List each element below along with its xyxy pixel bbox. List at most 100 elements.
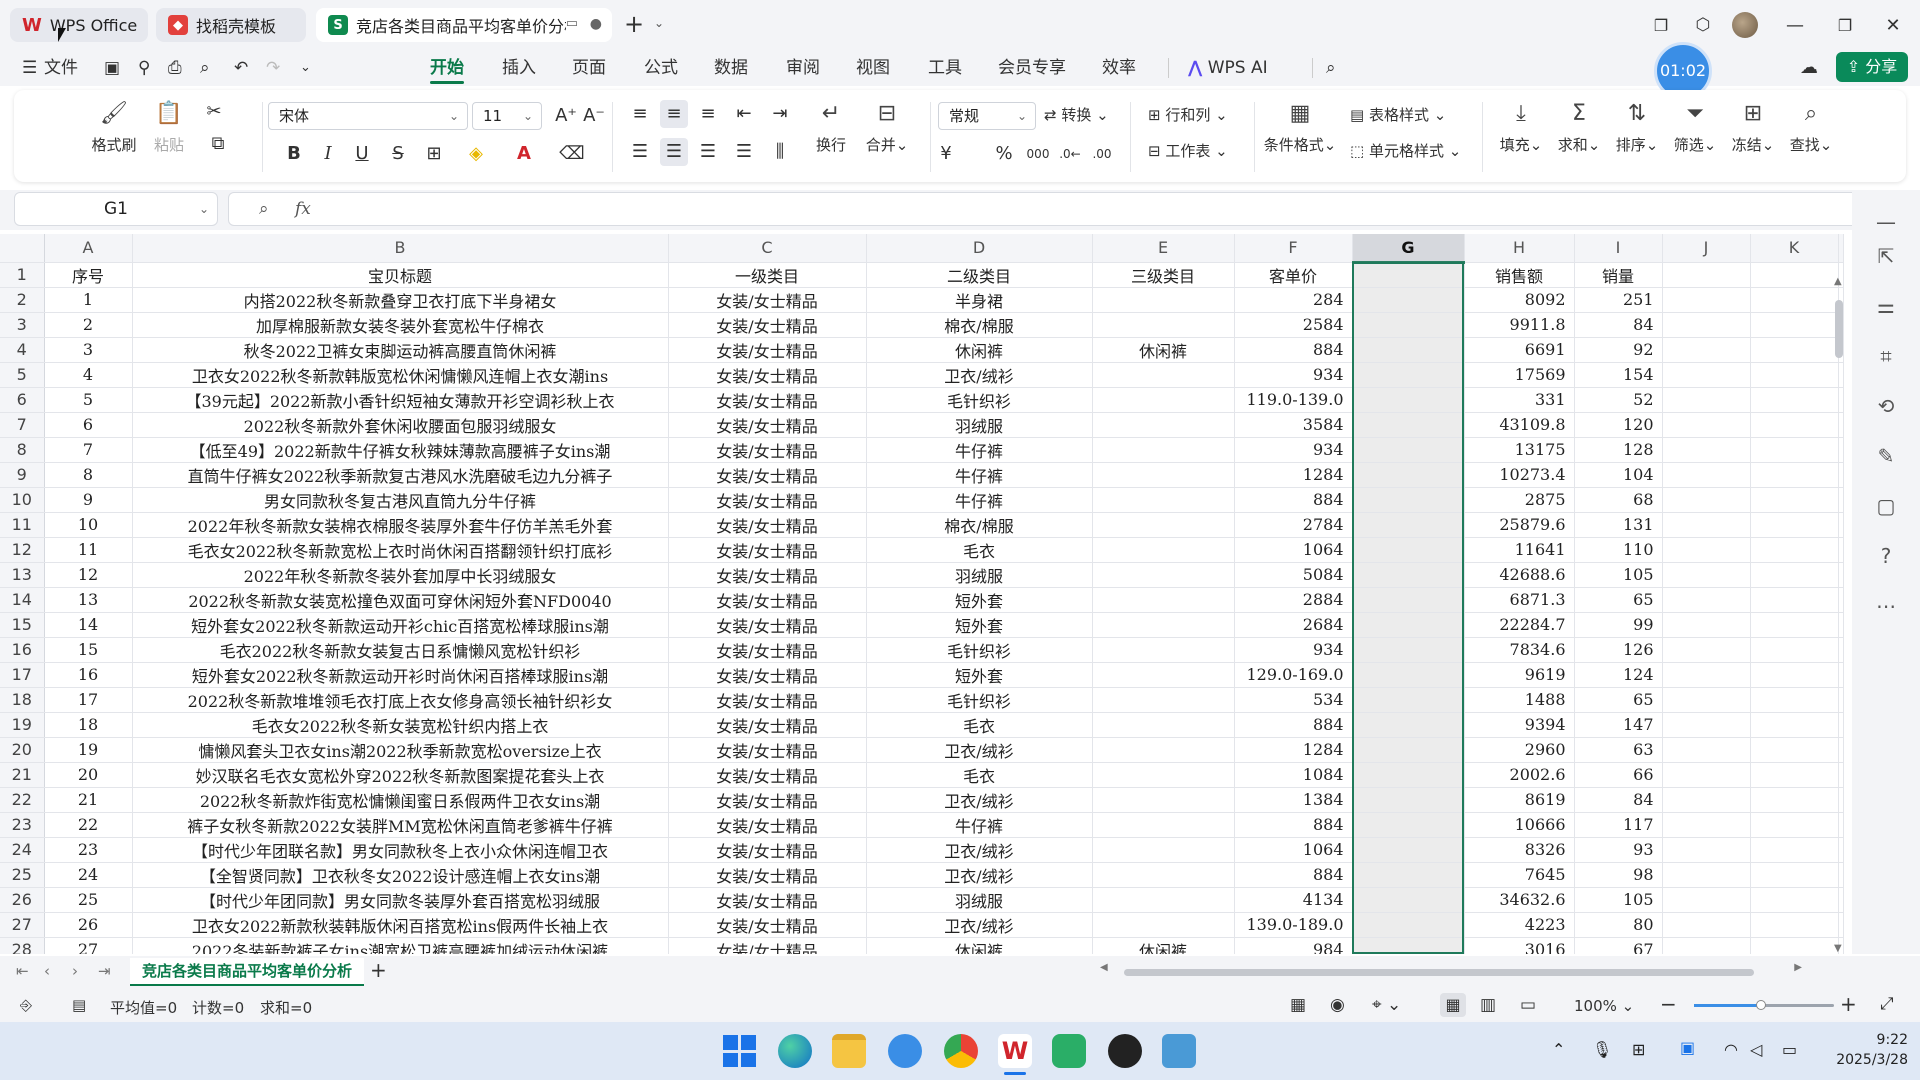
undo-icon[interactable]: ↶ — [234, 50, 248, 86]
cell-e24[interactable] — [1092, 837, 1235, 863]
row-header[interactable]: 6 — [0, 387, 45, 413]
cell-f15[interactable]: 2684 — [1234, 612, 1353, 638]
cell-e10[interactable] — [1092, 487, 1235, 513]
more-chevron-icon[interactable]: ⌄ — [300, 50, 311, 86]
cell-j20[interactable] — [1662, 737, 1751, 763]
cell-f25[interactable]: 884 — [1234, 862, 1353, 888]
number-format-select[interactable]: 常规 ⌄ — [938, 102, 1036, 130]
cell-d1[interactable]: 二级类目 — [866, 262, 1093, 288]
cell-g14[interactable] — [1352, 587, 1465, 613]
cell-g10[interactable] — [1352, 487, 1465, 513]
cell-b27[interactable]: 卫衣女2022新款秋装韩版休闲百搭宽松ins假两件长袖上衣 — [132, 912, 669, 938]
cell-b24[interactable]: 【时代少年团联名款】男女同款秋冬上衣小众休闲连帽卫衣 — [132, 837, 669, 863]
save-icon[interactable]: ▣ — [104, 50, 120, 86]
cell-j18[interactable] — [1662, 687, 1751, 713]
cell-i19[interactable]: 147 — [1574, 712, 1663, 738]
row-header[interactable]: 21 — [0, 762, 45, 788]
column-header-j[interactable]: J — [1662, 234, 1751, 263]
scroll-down-icon[interactable]: ▼ — [1834, 943, 1842, 954]
cell-d25[interactable]: 卫衣/绒衫 — [866, 862, 1093, 888]
cell-e3[interactable] — [1092, 312, 1235, 338]
cell-k19[interactable] — [1750, 712, 1839, 738]
crosshair-icon[interactable]: ⌖ ⌄ — [1372, 995, 1401, 1015]
cell-i26[interactable]: 105 — [1574, 887, 1663, 913]
cell-d13[interactable]: 羽绒服 — [866, 562, 1093, 588]
wechat-icon[interactable] — [1052, 1034, 1086, 1068]
cell-j12[interactable] — [1662, 537, 1751, 563]
bold-icon[interactable]: B — [280, 140, 308, 168]
cell-c5[interactable]: 女装/女士精品 — [668, 362, 867, 388]
cell-e1[interactable]: 三级类目 — [1092, 262, 1235, 288]
cell-d9[interactable]: 牛仔裤 — [866, 462, 1093, 488]
cell-c21[interactable]: 女装/女士精品 — [668, 762, 867, 788]
cell-c7[interactable]: 女装/女士精品 — [668, 412, 867, 438]
cell-j9[interactable] — [1662, 462, 1751, 488]
cell-c17[interactable]: 女装/女士精品 — [668, 662, 867, 688]
cell-d24[interactable]: 卫衣/绒衫 — [866, 837, 1093, 863]
menu-formula[interactable]: 公式 — [644, 50, 678, 86]
menu-member[interactable]: 会员专享 — [998, 50, 1066, 86]
cell-d6[interactable]: 毛针织衫 — [866, 387, 1093, 413]
cell-k9[interactable] — [1750, 462, 1839, 488]
page-layout-view-icon[interactable]: ▭ — [1520, 995, 1536, 1015]
tab-spreadsheet[interactable]: S 竞店各类目商品平均客单价分析 ▭ ● — [316, 8, 612, 42]
menu-data[interactable]: 数据 — [714, 50, 748, 86]
cell-a26[interactable]: 25 — [44, 887, 133, 913]
row-header[interactable]: 1 — [0, 262, 45, 288]
align-center-icon[interactable]: ☰ — [660, 138, 688, 166]
zoom-level[interactable]: 100% ⌄ — [1574, 997, 1634, 1015]
cell-d27[interactable]: 卫衣/绒衫 — [866, 912, 1093, 938]
cell-e28[interactable]: 休闲裤 — [1092, 937, 1235, 954]
cell-d8[interactable]: 牛仔裤 — [866, 437, 1093, 463]
tab-docer-templates[interactable]: ◆ 找稻壳模板 — [156, 8, 306, 42]
row-header[interactable]: 15 — [0, 612, 45, 638]
table-style-button[interactable]: ▤ 表格样式 ⌄ — [1350, 104, 1446, 125]
cell-i16[interactable]: 126 — [1574, 637, 1663, 663]
cell-e15[interactable] — [1092, 612, 1235, 638]
cell-f28[interactable]: 984 — [1234, 937, 1353, 954]
cell-a3[interactable]: 2 — [44, 312, 133, 338]
cell-e13[interactable] — [1092, 562, 1235, 588]
cube-icon[interactable]: ⬡ — [1688, 10, 1718, 40]
cell-k12[interactable] — [1750, 537, 1839, 563]
cell-a22[interactable]: 21 — [44, 787, 133, 813]
macro-icon[interactable]: ⎆ — [20, 996, 32, 1014]
cell-h2[interactable]: 8092 — [1464, 287, 1575, 313]
cell-g7[interactable] — [1352, 412, 1465, 438]
menu-home[interactable]: 开始 — [430, 50, 464, 86]
minimize-button[interactable]: — — [1780, 10, 1810, 40]
cell-k7[interactable] — [1750, 412, 1839, 438]
cell-k22[interactable] — [1750, 787, 1839, 813]
row-header[interactable]: 3 — [0, 312, 45, 338]
cell-g27[interactable] — [1352, 912, 1465, 938]
cell-b20[interactable]: 慵懒风套头卫衣女ins潮2022秋季新款宽松oversize上衣 — [132, 737, 669, 763]
fill-button[interactable]: ⤓ 填充⌄ — [1496, 100, 1546, 155]
cell-c12[interactable]: 女装/女士精品 — [668, 537, 867, 563]
crop-icon[interactable]: ⌗ — [1874, 344, 1898, 368]
menu-view[interactable]: 视图 — [856, 50, 890, 86]
font-color-icon[interactable]: A — [510, 140, 538, 168]
row-header[interactable]: 25 — [0, 862, 45, 888]
cell-k28[interactable] — [1750, 937, 1839, 954]
cell-g2[interactable] — [1352, 287, 1465, 313]
border-icon[interactable]: ⊞ — [420, 140, 448, 168]
cell-b28[interactable]: 2022冬装新款裤子女ins潮宽松卫裤高腰裤加绒运动休闲裤 — [132, 937, 669, 954]
cell-g16[interactable] — [1352, 637, 1465, 663]
cell-k18[interactable] — [1750, 687, 1839, 713]
cell-c22[interactable]: 女装/女士精品 — [668, 787, 867, 813]
tab-dot-icon[interactable]: ● — [590, 16, 602, 32]
cell-b12[interactable]: 毛衣女2022秋冬新款宽松上衣时尚休闲百搭翻领针织打底衫 — [132, 537, 669, 563]
menu-page[interactable]: 页面 — [572, 50, 606, 86]
cell-j7[interactable] — [1662, 412, 1751, 438]
avatar[interactable] — [1732, 12, 1758, 38]
merge-button[interactable]: ⊟ 合并⌄ — [862, 100, 912, 155]
cell-h6[interactable]: 331 — [1464, 387, 1575, 413]
cell-c10[interactable]: 女装/女士精品 — [668, 487, 867, 513]
cell-d23[interactable]: 牛仔裤 — [866, 812, 1093, 838]
row-header[interactable]: 16 — [0, 637, 45, 663]
cell-f10[interactable]: 884 — [1234, 487, 1353, 513]
column-header-c[interactable]: C — [668, 234, 867, 263]
cell-e2[interactable] — [1092, 287, 1235, 313]
cell-k8[interactable] — [1750, 437, 1839, 463]
cell-a11[interactable]: 10 — [44, 512, 133, 538]
